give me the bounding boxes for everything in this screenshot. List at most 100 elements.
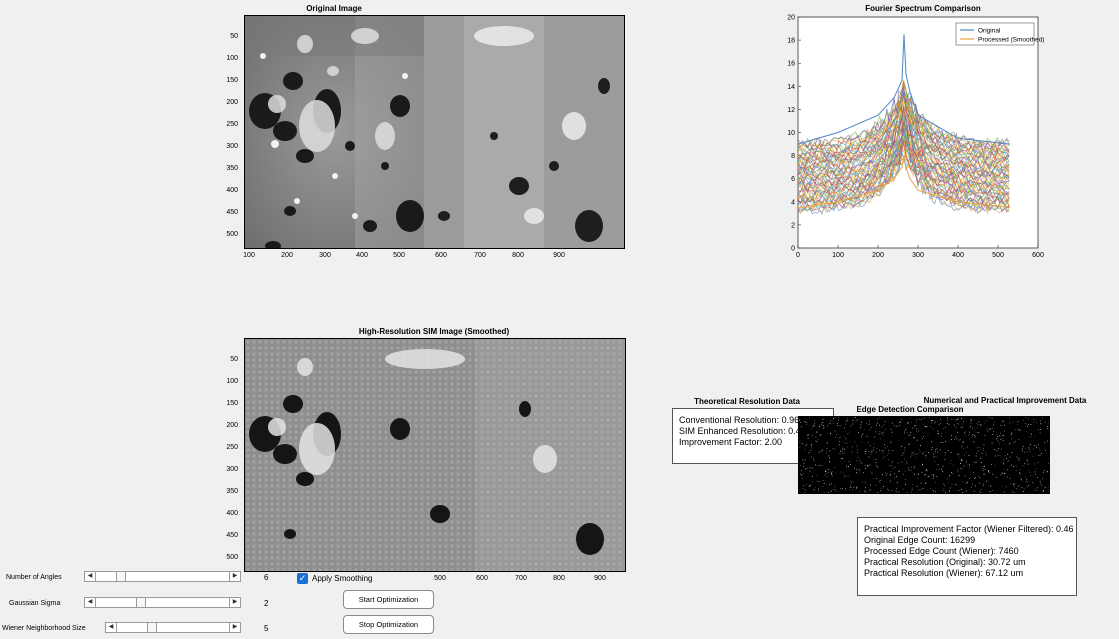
edge-pixel xyxy=(950,452,952,453)
edge-pixel xyxy=(811,445,812,447)
edge-pixel xyxy=(941,468,942,470)
edge-pixel xyxy=(1024,422,1026,424)
edge-pixel xyxy=(862,472,864,474)
wiener-slider[interactable]: ◀ ▶ xyxy=(105,622,241,633)
edge-pixel xyxy=(905,479,906,480)
x-tick-label: 200 xyxy=(872,252,884,259)
angles-increment-icon[interactable]: ▶ xyxy=(229,572,240,581)
edge-pixel xyxy=(857,457,859,459)
edge-pixel xyxy=(933,475,934,477)
edge-pixel xyxy=(812,480,813,482)
edge-pixel xyxy=(894,473,895,475)
sigma-decrement-icon[interactable]: ◀ xyxy=(85,598,96,607)
edge-pixel xyxy=(823,427,825,428)
edge-pixel xyxy=(875,452,877,453)
edge-pixel xyxy=(906,432,908,434)
angles-slider[interactable]: ◀ ▶ xyxy=(84,571,241,582)
edge-pixel xyxy=(967,481,968,483)
edge-pixel xyxy=(889,465,891,466)
edge-pixel xyxy=(865,453,867,455)
edge-pixel xyxy=(976,427,978,429)
edge-pixel xyxy=(811,447,812,449)
edge-pixel xyxy=(804,489,806,491)
edge-pixel xyxy=(944,454,946,456)
edge-pixel xyxy=(1025,417,1027,418)
original-ytick: 450 xyxy=(226,209,238,216)
original-xtick: 900 xyxy=(553,252,565,259)
wiener-increment-icon[interactable]: ▶ xyxy=(229,623,240,632)
edge-pixel xyxy=(865,468,866,469)
edge-pixel xyxy=(933,474,935,476)
edge-pixel xyxy=(822,449,823,451)
angles-slider-thumb[interactable] xyxy=(116,571,127,582)
angles-decrement-icon[interactable]: ◀ xyxy=(85,572,96,581)
edge-pixel xyxy=(906,461,907,462)
edge-pixel xyxy=(982,470,984,471)
edge-pixel xyxy=(1006,476,1008,478)
edge-pixel xyxy=(950,460,952,462)
edge-pixel xyxy=(988,428,990,430)
edge-pixel xyxy=(824,474,826,476)
sigma-slider[interactable]: ◀ ▶ xyxy=(84,597,241,608)
edge-pixel xyxy=(971,419,972,421)
edge-pixel xyxy=(904,433,906,435)
edge-pixel xyxy=(1022,446,1024,447)
x-tick-label: 500 xyxy=(992,252,1004,259)
original-ytick: 50 xyxy=(230,33,238,40)
start-optimization-button[interactable]: Start Optimization xyxy=(343,590,434,609)
edge-pixel xyxy=(916,439,918,441)
edge-pixel xyxy=(944,459,946,461)
practical-textbox: Practical Improvement Factor (Wiener Fil… xyxy=(857,517,1077,596)
edge-pixel xyxy=(966,446,968,448)
edge-pixel xyxy=(1042,478,1044,480)
edge-pixel xyxy=(931,447,933,448)
edge-pixel xyxy=(958,453,960,455)
edge-pixel xyxy=(852,423,854,425)
edge-pixel xyxy=(1030,444,1031,446)
edge-pixel xyxy=(922,488,924,489)
edge-pixel xyxy=(919,489,921,490)
edge-pixel xyxy=(916,430,917,432)
edge-pixel xyxy=(1038,455,1040,456)
edge-pixel xyxy=(888,489,890,491)
practical-line: Practical Resolution (Wiener): 67.12 um xyxy=(864,568,1024,578)
edge-pixel xyxy=(978,432,980,433)
original-image-canvas xyxy=(245,16,425,248)
sim-ytick: 100 xyxy=(226,378,238,385)
edge-pixel xyxy=(883,431,884,433)
edge-pixel xyxy=(881,450,883,452)
edge-pixel xyxy=(800,470,802,472)
edge-pixel xyxy=(865,487,867,489)
sigma-increment-icon[interactable]: ▶ xyxy=(229,598,240,607)
edge-pixel xyxy=(1000,432,1001,434)
edge-pixel xyxy=(962,420,964,422)
edge-pixel xyxy=(906,463,908,465)
edge-pixel xyxy=(1048,422,1049,424)
wiener-slider-thumb[interactable] xyxy=(147,622,158,633)
edge-pixel xyxy=(847,433,849,435)
stop-optimization-button[interactable]: Stop Optimization xyxy=(343,615,434,634)
edge-pixel xyxy=(861,421,862,423)
sigma-slider-thumb[interactable] xyxy=(136,597,147,608)
edge-pixel xyxy=(954,424,955,426)
edge-pixel xyxy=(1040,420,1041,422)
edge-pixel xyxy=(1030,474,1031,476)
edge-pixel xyxy=(919,418,921,420)
edge-pixel xyxy=(980,457,981,459)
smoothing-checkbox[interactable]: ✓ xyxy=(297,573,308,584)
edge-pixel xyxy=(1002,420,1003,422)
edge-pixel xyxy=(837,424,838,426)
edge-pixel xyxy=(1022,419,1024,421)
edge-pixel xyxy=(1033,419,1035,420)
edge-pixel xyxy=(864,489,866,491)
edge-pixel xyxy=(1007,461,1008,463)
edge-pixel xyxy=(822,418,823,420)
wiener-decrement-icon[interactable]: ◀ xyxy=(106,623,117,632)
edge-pixel xyxy=(856,451,858,453)
edge-pixel xyxy=(817,439,819,441)
edge-pixel xyxy=(911,422,912,423)
edge-pixel xyxy=(925,483,927,484)
edge-pixel xyxy=(809,470,811,472)
edge-pixel xyxy=(841,451,843,452)
edge-pixel xyxy=(859,459,861,461)
